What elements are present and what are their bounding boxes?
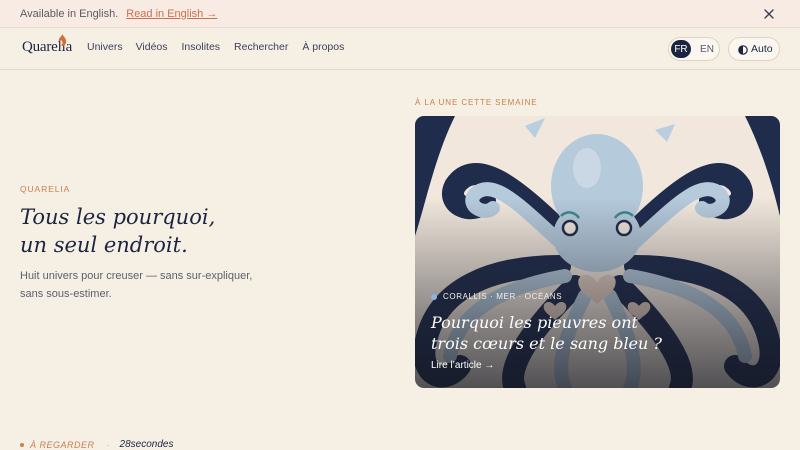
nav-link-univers[interactable]: Univers	[87, 41, 123, 53]
subtitle-line-2: sans sous-estimer.	[20, 288, 112, 300]
banner-text: Available in English.	[20, 7, 119, 20]
language-switcher: FR EN	[668, 37, 720, 61]
flame-logo-icon	[58, 34, 67, 47]
category-dot-icon	[431, 293, 437, 300]
lang-fr-button[interactable]: FR	[671, 40, 691, 58]
nav-link-insolites[interactable]: Insolites	[182, 41, 221, 53]
theme-label: Auto	[751, 43, 773, 55]
nav-link-videos[interactable]: Vidéos	[136, 41, 168, 53]
watch-label: À REGARDER	[30, 439, 95, 450]
language-banner: Available in English. Read in English →	[0, 0, 800, 28]
nav-link-rechercher[interactable]: Rechercher	[234, 41, 288, 53]
article-title-line-1: Pourquoi les pieuvres ont	[431, 313, 638, 332]
featured-article-card[interactable]: CORALLIS · MER · OCÉANS Pourquoi les pie…	[415, 116, 780, 388]
article-meta-text: CORALLIS · MER · OCÉANS	[443, 292, 563, 301]
watch-strip: À REGARDER · 28secondes	[20, 439, 173, 450]
theme-toggle-button[interactable]: Auto	[728, 37, 780, 61]
lang-en-button[interactable]: EN	[697, 40, 717, 58]
nav-link-a-propos[interactable]: À propos	[302, 41, 344, 53]
article-title[interactable]: Pourquoi les pieuvres ont trois cœurs et…	[431, 312, 766, 354]
read-in-english-link[interactable]: Read in English →	[126, 8, 217, 20]
article-meta: CORALLIS · MER · OCÉANS	[431, 292, 562, 301]
close-icon[interactable]	[762, 7, 776, 21]
bullet-icon	[20, 442, 24, 447]
nav-links: Univers Vidéos Insolites Rechercher À pr…	[87, 41, 344, 53]
channel-name[interactable]: 28secondes	[120, 439, 174, 450]
hero-headline: Tous les pourquoi, un seul endroit.	[20, 203, 360, 259]
separator: ·	[106, 439, 110, 450]
read-article-link[interactable]: Lire l’article →	[431, 360, 494, 371]
hero-eyebrow: QUARELIA	[20, 184, 71, 194]
contrast-icon	[738, 45, 748, 55]
featured-label: À LA UNE CETTE SEMAINE	[415, 98, 538, 107]
hero-subtitle: Huit univers pour creuser — sans sur-exp…	[20, 267, 290, 303]
headline-line-1: Tous les pourquoi,	[20, 205, 216, 229]
headline-line-2: un seul endroit.	[20, 233, 188, 257]
article-title-line-2: trois cœurs et le sang bleu ?	[431, 334, 662, 353]
subtitle-line-1: Huit univers pour creuser — sans sur-exp…	[20, 270, 253, 282]
